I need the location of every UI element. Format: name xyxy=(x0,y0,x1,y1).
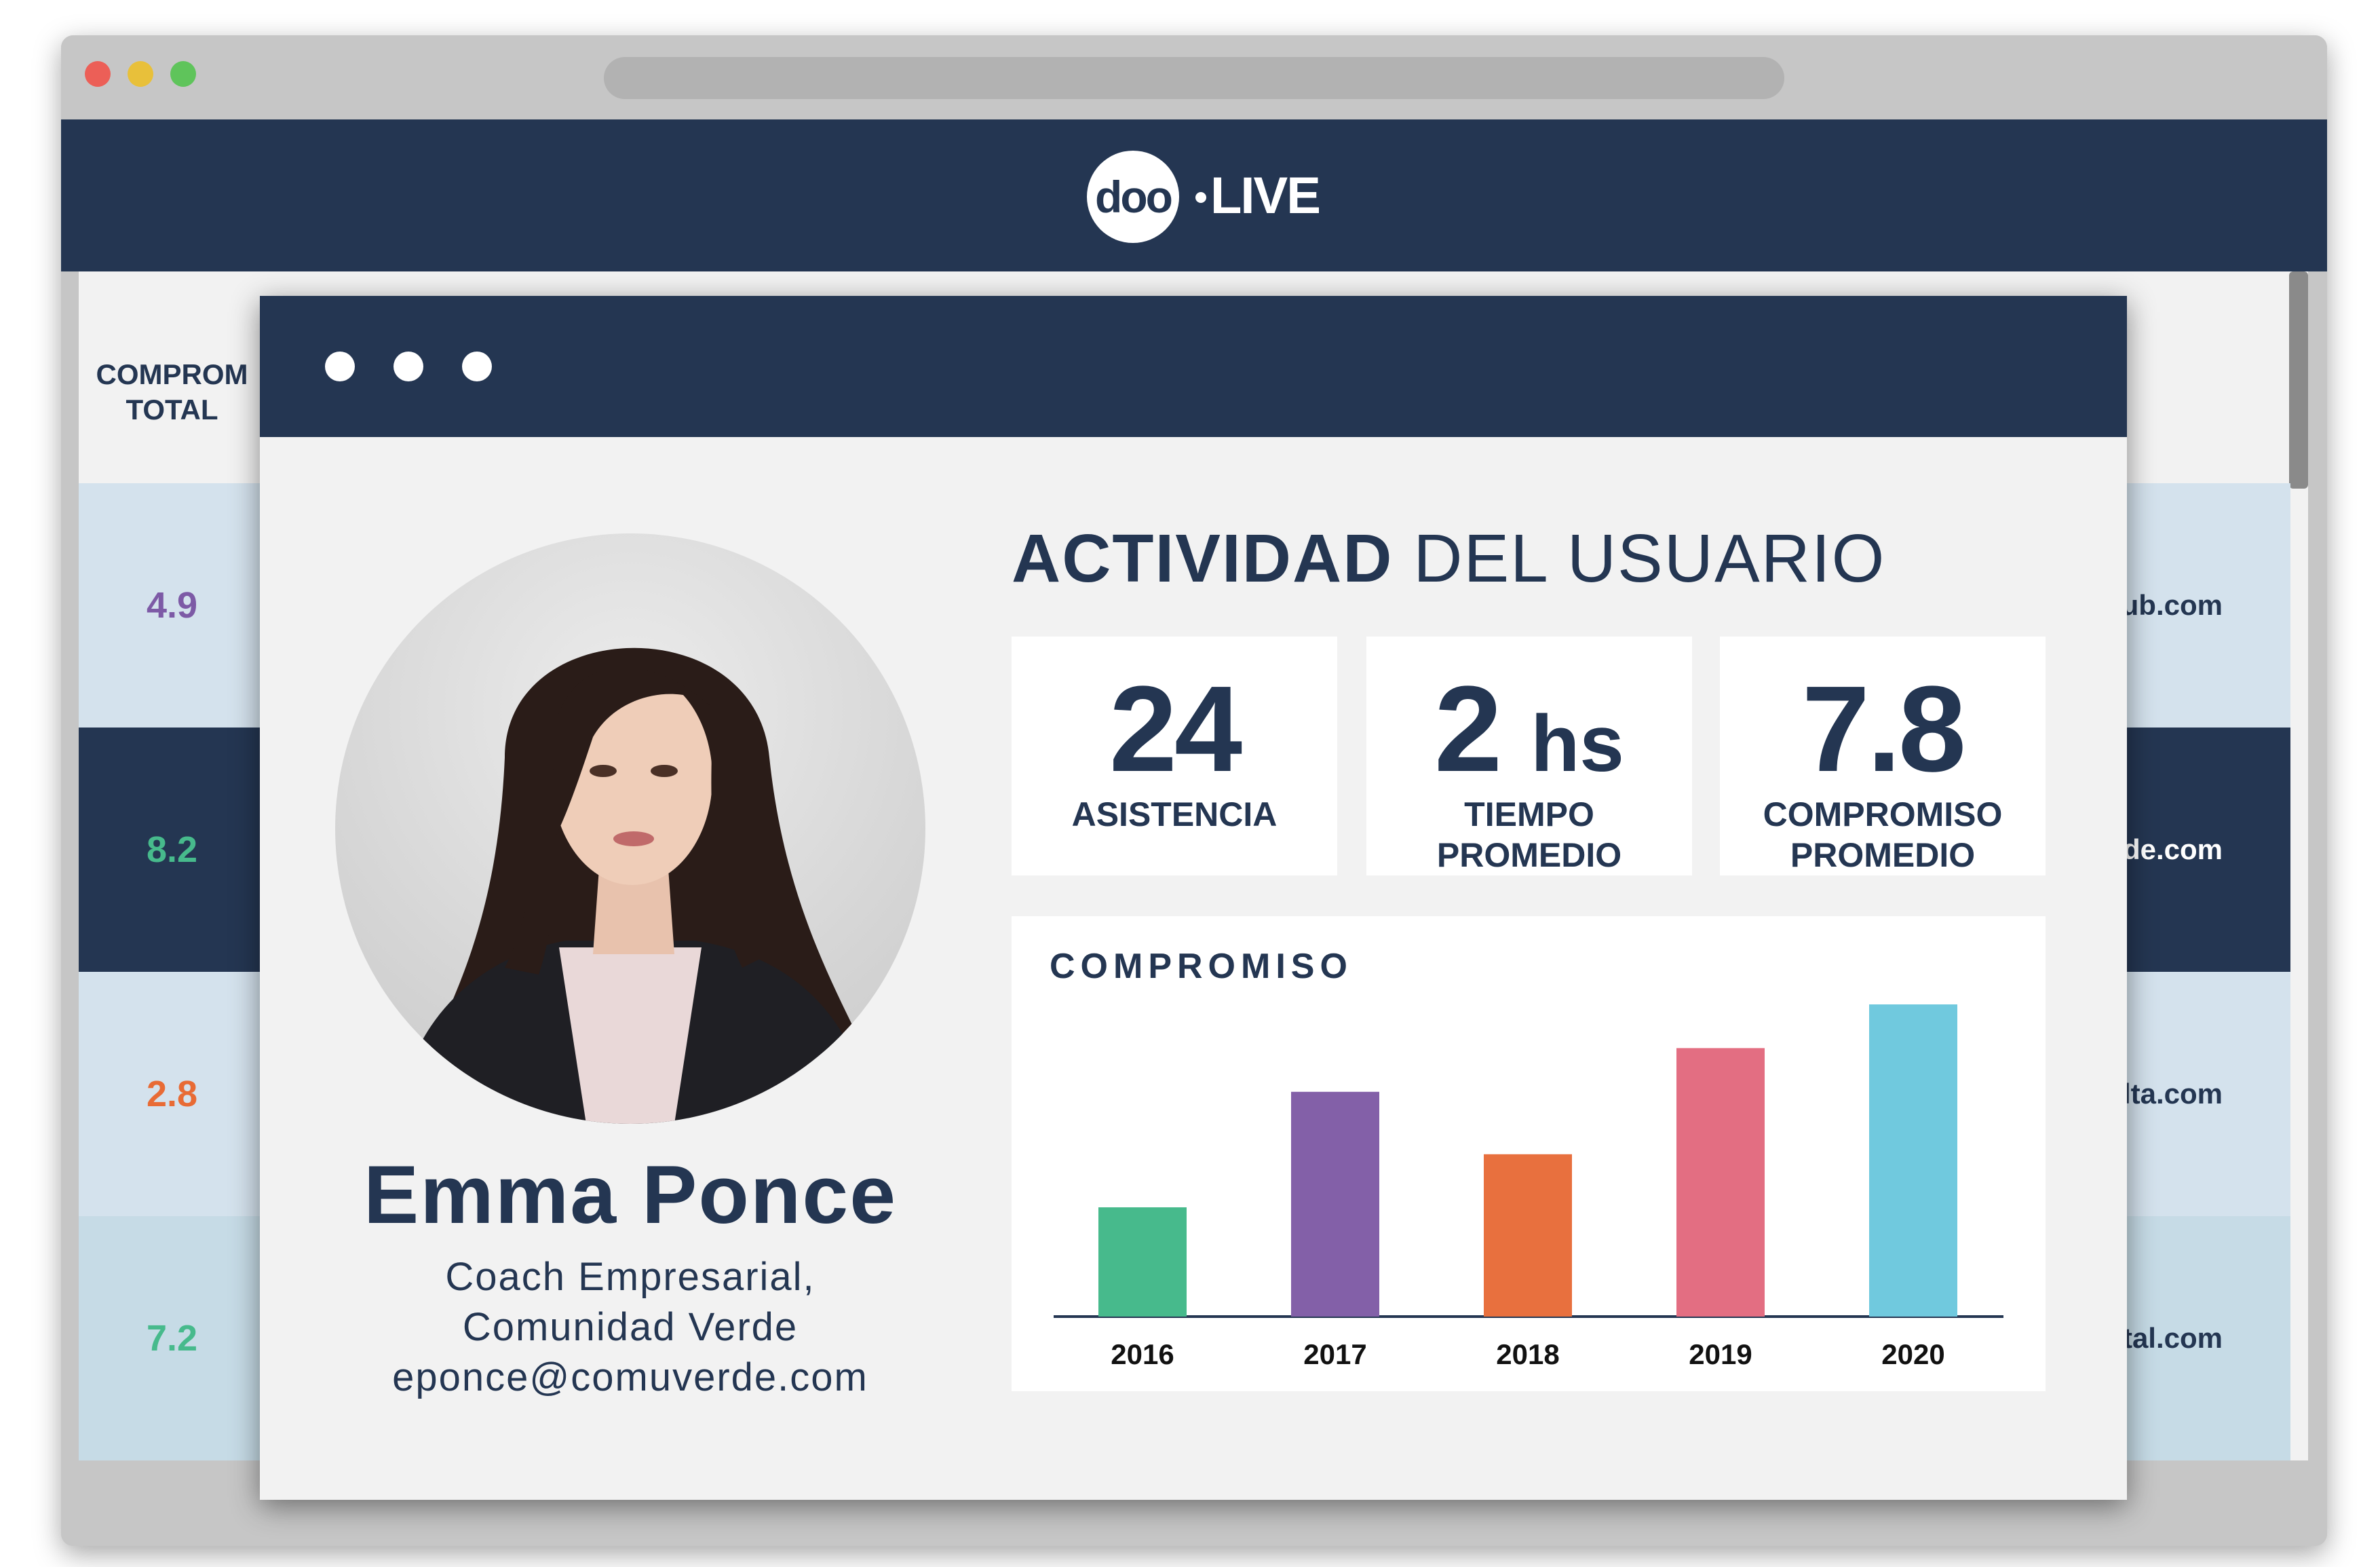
stat-value: 7.8 xyxy=(1720,665,2046,794)
stat-label: TIEMPO PROMEDIO xyxy=(1366,794,1692,875)
stat-number: 2 xyxy=(1434,661,1502,797)
column-header-line: TOTAL xyxy=(126,394,218,426)
scrollbar[interactable] xyxy=(2289,271,2308,489)
row-email: lub.com xyxy=(2113,589,2223,621)
modal-header xyxy=(260,296,2127,437)
x-tick-label: 2020 xyxy=(1881,1338,1944,1370)
compromiso-bar-chart: 2016 2017 2018 2019 2020 xyxy=(1054,1004,2003,1370)
user-activity-modal: Emma Ponce Coach Empresarial, Comunidad … xyxy=(260,296,2127,1500)
logo-dot xyxy=(1195,192,1206,203)
person-photo-icon xyxy=(396,647,871,1124)
activity-title: ACTIVIDAD DEL USUARIO xyxy=(1012,520,1885,598)
bar-2018[interactable] xyxy=(1484,1154,1572,1317)
x-tick-label: 2017 xyxy=(1303,1338,1366,1370)
stat-label-line: ASISTENCIA xyxy=(1071,795,1278,833)
stat-value: 24 xyxy=(1012,665,1337,794)
column-header-line: COMPROM xyxy=(96,358,248,390)
close-window-button[interactable] xyxy=(85,61,111,87)
logo-mark: doo xyxy=(1087,151,1179,243)
stat-unit: hs xyxy=(1531,699,1624,789)
bar-2019[interactable] xyxy=(1676,1048,1765,1317)
bar-2017[interactable] xyxy=(1291,1091,1379,1317)
compromiso-value: 8.2 xyxy=(146,829,198,870)
app-header: doo LIVE xyxy=(61,119,2327,271)
address-bar[interactable] xyxy=(604,57,1784,99)
activity-title-rest: DEL USUARIO xyxy=(1413,521,1886,597)
x-tick-label: 2016 xyxy=(1111,1338,1174,1370)
modal-dot-icon xyxy=(394,352,423,381)
logo-text: LIVE xyxy=(1210,167,1321,225)
user-email[interactable]: eponce@comuverde.com xyxy=(260,1355,1001,1400)
stat-card-compromiso-promedio: 7.8 COMPROMISO PROMEDIO xyxy=(1720,637,2046,875)
stat-number: 7.8 xyxy=(1801,661,1966,797)
stat-label-line: TIEMPO xyxy=(1464,795,1594,833)
stat-card-tiempo-promedio: 2 hs TIEMPO PROMEDIO xyxy=(1366,637,1692,875)
row-email: lta.com xyxy=(2122,1078,2223,1110)
compromiso-value: 2.8 xyxy=(146,1074,198,1114)
user-avatar xyxy=(335,533,925,1124)
compromiso-chart-card: COMPROMISO 2016 2017 2018 2019 2020 xyxy=(1012,916,2046,1391)
compromiso-value: 7.2 xyxy=(146,1318,198,1359)
stat-label-line: COMPROMISO xyxy=(1763,795,2003,833)
row-email: de.com xyxy=(2122,833,2223,865)
column-header-compromiso-total[interactable]: COMPROM TOTAL xyxy=(79,357,265,428)
compromiso-value: 4.9 xyxy=(146,585,198,626)
bar-2020[interactable] xyxy=(1869,1004,1957,1317)
x-tick-label: 2018 xyxy=(1496,1338,1559,1370)
stat-label: ASISTENCIA xyxy=(1012,794,1337,835)
stat-label: COMPROMISO PROMEDIO xyxy=(1720,794,2046,875)
browser-chrome xyxy=(61,35,2327,119)
stat-number: 24 xyxy=(1109,661,1242,797)
user-name: Emma Ponce xyxy=(363,1148,898,1241)
stat-label-line: PROMEDIO xyxy=(1436,836,1622,874)
user-role: Coach Empresarial, xyxy=(445,1255,815,1299)
x-tick-label: 2019 xyxy=(1689,1338,1752,1370)
minimize-window-button[interactable] xyxy=(128,61,153,87)
modal-dot-icon xyxy=(325,352,355,381)
bar-2016[interactable] xyxy=(1098,1207,1187,1317)
doo-live-logo[interactable]: doo LIVE xyxy=(1087,151,1321,243)
stat-value: 2 hs xyxy=(1366,665,1692,808)
maximize-window-button[interactable] xyxy=(170,61,196,87)
stat-label-line: PROMEDIO xyxy=(1790,836,1976,874)
stat-card-asistencia: 24 ASISTENCIA xyxy=(1012,637,1337,875)
activity-title-bold: ACTIVIDAD xyxy=(1012,521,1394,597)
modal-dot-icon xyxy=(462,352,492,381)
user-organization: Comunidad Verde xyxy=(462,1305,799,1349)
